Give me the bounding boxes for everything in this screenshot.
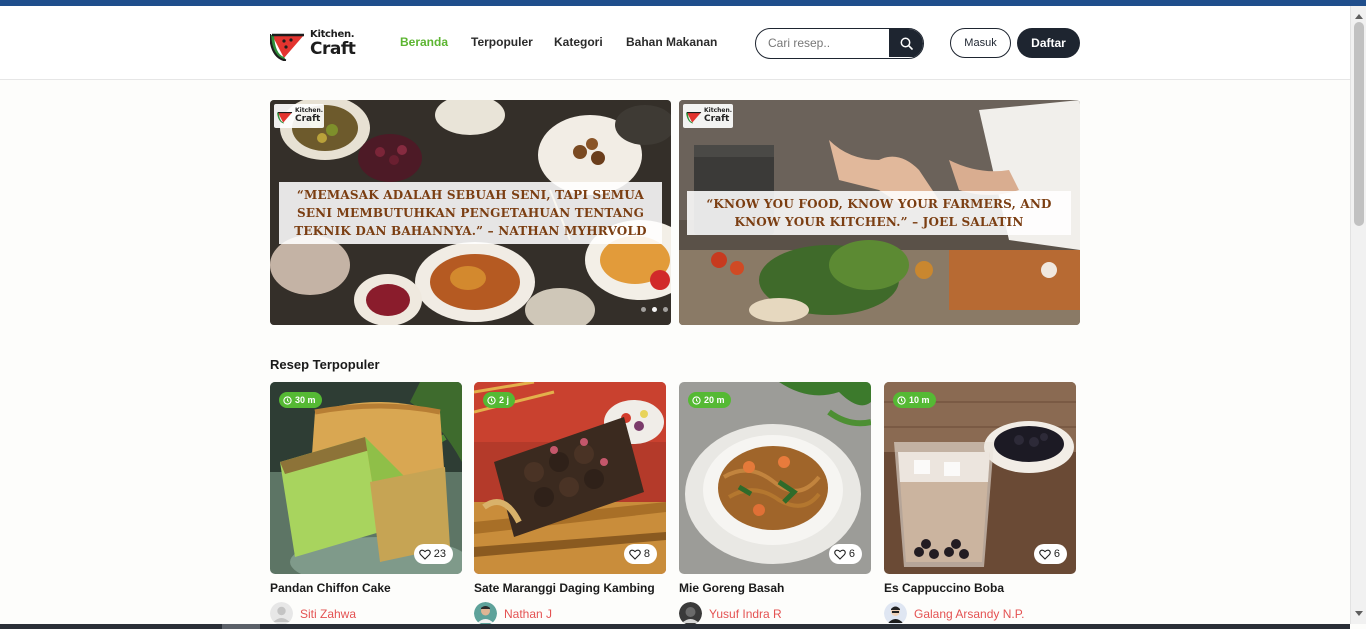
cook-time-text: 10 m [909, 395, 930, 405]
search-button[interactable] [889, 29, 923, 57]
cook-time-badge: 30 m [279, 392, 322, 408]
vertical-scrollbar[interactable] [1350, 6, 1366, 624]
recipe-author[interactable]: Siti Zahwa [270, 602, 356, 625]
like-button[interactable]: 23 [413, 544, 453, 564]
carousel-dot-active[interactable] [652, 307, 657, 312]
heart-icon [629, 549, 641, 560]
hero-banner-1[interactable]: Kitchen. Craft “MEMASAK ADALAH SEBUAH SE… [270, 100, 671, 325]
user-avatar-icon [679, 602, 702, 625]
recipe-image[interactable]: 10 m 6 [884, 382, 1076, 574]
like-button[interactable]: 8 [623, 544, 657, 564]
cook-time-badge: 10 m [893, 392, 936, 408]
like-count: 6 [1053, 548, 1060, 560]
recipe-image[interactable]: 30 m 23 [270, 382, 462, 574]
recipe-card[interactable]: 10 m 6 Es Cappuccino Boba Galang Arsandy… [884, 382, 1076, 625]
hero-banner-2[interactable]: Kitchen. Craft “KNOW YOU FOOD, KNOW YOUR… [679, 100, 1080, 325]
site-header: Kitchen. Craft Beranda Terpopuler Katego… [0, 6, 1350, 80]
clock-icon [897, 395, 906, 405]
badge-text-kitchen: Kitchen. [704, 107, 733, 114]
search-icon [900, 37, 913, 50]
register-button[interactable]: Daftar [1017, 28, 1080, 58]
recipe-image[interactable]: 20 m 6 [679, 382, 871, 574]
watermelon-logo-icon [277, 111, 293, 124]
search-input[interactable] [756, 29, 890, 57]
cook-time-text: 20 m [704, 395, 725, 405]
horizontal-scrollbar-thumb[interactable] [222, 624, 260, 629]
heart-icon [418, 549, 431, 560]
user-avatar-icon [884, 602, 907, 625]
search-bar [755, 28, 924, 59]
banner-quote: “MEMASAK ADALAH SEBUAH SENI, TAPI SEMUA … [279, 182, 662, 244]
scroll-up-arrow-icon[interactable] [1355, 14, 1363, 19]
cook-time-text: 2 j [499, 395, 510, 405]
recipe-title[interactable]: Sate Maranggi Daging Kambing [474, 581, 655, 595]
logo-text-craft: Craft [310, 39, 356, 59]
author-name: Yusuf Indra R [709, 606, 782, 621]
avatar [270, 602, 293, 625]
nav-terpopuler[interactable]: Terpopuler [471, 35, 533, 49]
clock-icon [487, 395, 496, 405]
recipe-title[interactable]: Pandan Chiffon Cake [270, 581, 391, 595]
recipe-author[interactable]: Yusuf Indra R [679, 602, 782, 625]
nav-kategori[interactable]: Kategori [554, 35, 603, 49]
like-button[interactable]: 6 [1033, 544, 1067, 564]
badge-text-craft: Craft [704, 114, 730, 124]
carousel-dots [641, 307, 668, 312]
watermelon-logo-icon [686, 111, 702, 124]
carousel-dot[interactable] [641, 307, 646, 312]
user-avatar-icon [474, 602, 497, 625]
clock-icon [283, 395, 292, 405]
scrollbar-thumb[interactable] [1354, 22, 1364, 226]
author-name: Nathan J [504, 606, 553, 621]
carousel-dot[interactable] [663, 307, 668, 312]
recipe-card[interactable]: 30 m 23 Pandan Chiffon Cake Siti Zahwa [270, 382, 462, 625]
recipe-title[interactable]: Mie Goreng Basah [679, 581, 784, 595]
like-count: 23 [433, 548, 446, 560]
default-avatar-icon [270, 602, 293, 625]
recipe-card[interactable]: 20 m 6 Mie Goreng Basah Yusuf Indra R [679, 382, 871, 625]
watermelon-logo-icon [270, 33, 304, 61]
login-button[interactable]: Masuk [950, 28, 1011, 58]
nav-beranda[interactable]: Beranda [400, 35, 448, 49]
site-logo[interactable]: Kitchen. Craft [270, 27, 360, 61]
heart-icon [834, 549, 846, 560]
banner-quote: “KNOW YOU FOOD, KNOW YOUR FARMERS, AND K… [687, 191, 1071, 235]
author-name: Galang Arsandy N.P. [914, 606, 1025, 621]
badge-text-craft: Craft [295, 114, 321, 124]
author-name: Siti Zahwa [300, 606, 357, 621]
horizontal-scrollbar[interactable] [0, 624, 1350, 629]
avatar [884, 602, 907, 625]
recipe-image[interactable]: 2 j 8 [474, 382, 666, 574]
section-title-popular: Resep Terpopuler [270, 357, 380, 372]
avatar [679, 602, 702, 625]
cook-time-badge: 2 j [483, 392, 516, 408]
like-button[interactable]: 6 [828, 544, 862, 564]
cook-time-badge: 20 m [688, 392, 731, 408]
scroll-down-arrow-icon[interactable] [1355, 611, 1363, 616]
clock-icon [692, 395, 701, 405]
banner-logo-badge: Kitchen. Craft [274, 104, 324, 128]
cook-time-text: 30 m [295, 395, 316, 405]
recipe-author[interactable]: Nathan J [474, 602, 552, 625]
recipe-card[interactable]: 2 j 8 Sate Maranggi Daging Kambing Natha… [474, 382, 666, 625]
heart-icon [1039, 549, 1051, 560]
badge-text-kitchen: Kitchen. [295, 107, 324, 114]
nav-bahan-makanan[interactable]: Bahan Makanan [626, 35, 717, 49]
avatar [474, 602, 497, 625]
recipe-title[interactable]: Es Cappuccino Boba [884, 581, 1004, 595]
like-count: 8 [643, 548, 650, 560]
like-count: 6 [848, 548, 855, 560]
recipe-author[interactable]: Galang Arsandy N.P. [884, 602, 1025, 625]
banner-logo-badge: Kitchen. Craft [683, 104, 733, 128]
